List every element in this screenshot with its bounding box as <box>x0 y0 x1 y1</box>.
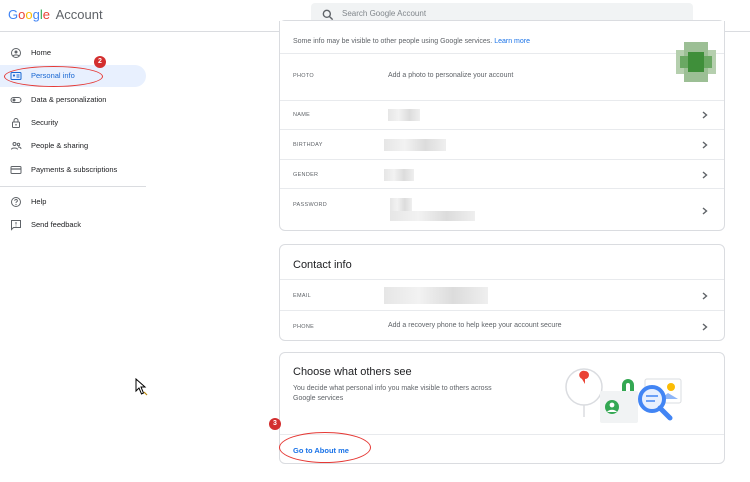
mouse-cursor-icon <box>135 378 148 396</box>
redacted-birthday <box>384 139 446 151</box>
sidebar-item-label: Home <box>31 48 52 57</box>
sidebar-item-label: People & sharing <box>31 141 89 150</box>
row-photo[interactable]: PHOTO Add a photo to personalize your ac… <box>280 42 724 90</box>
credit-card-icon <box>10 166 22 174</box>
redacted-password-updated <box>390 198 412 211</box>
card-description: Some info may be visible to other people… <box>293 38 530 45</box>
row-value: Add a recovery phone to help keep your a… <box>388 322 562 329</box>
annotation-ring-personal-info <box>4 66 103 87</box>
sidebar-item-people-sharing[interactable]: People & sharing <box>0 135 146 157</box>
logo-account-text: Account <box>55 7 103 22</box>
card-title: Choose what others see <box>293 366 412 378</box>
row-phone[interactable]: PHONE Add a recovery phone to help keep … <box>280 310 724 341</box>
learn-more-link[interactable]: Learn more <box>494 38 530 45</box>
row-label: PHOTO <box>293 73 314 79</box>
row-gender[interactable]: GENDER <box>280 159 724 188</box>
about-me-illustration <box>565 368 682 423</box>
card-edge-left <box>279 21 280 32</box>
redacted-name <box>388 109 420 121</box>
card-edge-right <box>724 21 725 32</box>
annotation-badge-2: 2 <box>94 56 106 68</box>
row-label: BIRTHDAY <box>293 142 323 148</box>
feedback-icon <box>11 220 21 231</box>
chevron-right-icon <box>702 323 708 331</box>
lock-icon <box>12 118 20 128</box>
sidebar-item-label: Security <box>31 118 59 127</box>
sidebar-item-label: Payments & subscriptions <box>31 165 118 174</box>
google-account-logo[interactable]: Google Account <box>8 7 103 22</box>
row-label: GENDER <box>293 172 319 178</box>
sidebar-item-label: Data & personalization <box>31 95 107 104</box>
sidebar-item-home[interactable]: Home <box>0 42 146 64</box>
scroll-mask <box>279 21 725 32</box>
sidebar-item-label: Help <box>31 197 47 206</box>
annotation-badge-3: 3 <box>269 418 281 430</box>
row-label: PASSWORD <box>293 202 328 208</box>
sidebar-item-label: Send feedback <box>31 220 82 229</box>
row-name[interactable]: NAME <box>280 100 724 129</box>
sidebar-item-help[interactable]: Help <box>0 191 146 213</box>
sidebar-item-send-feedback[interactable]: Send feedback <box>0 214 146 236</box>
search-input[interactable]: Search Google Account <box>342 9 426 18</box>
redacted-gender <box>384 169 414 181</box>
row-email[interactable]: EMAIL <box>280 279 724 310</box>
card-description-line2: Google services <box>293 395 344 402</box>
row-label: EMAIL <box>293 293 312 299</box>
card-description-line1: You decide what personal info you make v… <box>293 385 492 392</box>
chevron-right-icon <box>702 141 708 149</box>
row-password[interactable]: PASSWORD <box>280 188 724 231</box>
row-label: PHONE <box>293 324 315 330</box>
basic-info-card: Some info may be visible to other people… <box>279 20 725 231</box>
chevron-right-icon <box>702 171 708 179</box>
people-icon <box>11 142 22 150</box>
redacted-password <box>390 211 475 221</box>
chevron-right-icon <box>702 292 708 300</box>
home-icon <box>11 48 21 58</box>
avatar[interactable] <box>676 42 716 82</box>
toggle-icon <box>10 97 22 103</box>
redacted-email <box>384 287 488 304</box>
contact-info-card: Contact info EMAIL PHONE Add a recovery … <box>279 244 725 341</box>
row-birthday[interactable]: BIRTHDAY <box>280 129 724 159</box>
row-label: NAME <box>293 112 311 118</box>
help-icon <box>11 197 21 207</box>
chevron-right-icon <box>702 111 708 119</box>
sidebar-item-payments[interactable]: Payments & subscriptions <box>0 159 146 181</box>
sidebar-divider <box>0 186 146 187</box>
chevron-right-icon <box>702 207 708 215</box>
sidebar-item-data-personalization[interactable]: Data & personalization <box>0 89 146 111</box>
sidebar-item-security[interactable]: Security <box>0 112 146 134</box>
card-title: Contact info <box>293 259 352 271</box>
logo-google: Google <box>8 7 50 22</box>
row-value: Add a photo to personalize your account <box>388 72 514 79</box>
annotation-ring-about-me <box>279 432 371 463</box>
